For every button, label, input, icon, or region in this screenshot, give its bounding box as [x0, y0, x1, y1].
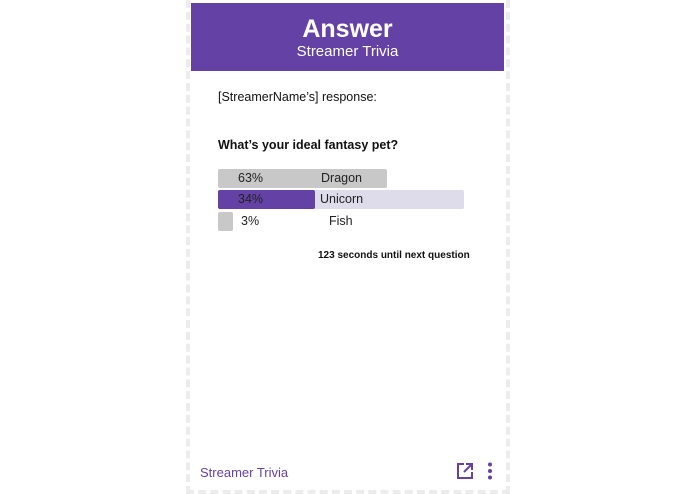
option-label: Fish	[329, 214, 353, 228]
answer-option-fish: 3% Fish	[218, 212, 464, 231]
panel-header: Answer Streamer Trivia	[191, 3, 504, 71]
countdown-timer: 123 seconds until next question	[318, 250, 470, 261]
result-percent: 63%	[238, 171, 264, 185]
page-title: Answer	[302, 15, 393, 43]
answer-option-dragon: 63% Dragon	[218, 169, 464, 188]
result-percent: 34%	[238, 192, 264, 206]
page-subtitle: Streamer Trivia	[296, 43, 399, 60]
result-percent: 3%	[241, 214, 260, 228]
response-label: [StreamerName’s] response:	[218, 90, 377, 104]
result-bar	[218, 212, 233, 231]
extension-panel	[186, 0, 510, 494]
result-bar	[218, 190, 315, 209]
option-label: Dragon	[321, 171, 362, 185]
extension-name: Streamer Trivia	[200, 465, 289, 480]
question-text: What’s your ideal fantasy pet?	[218, 138, 399, 152]
answer-option-unicorn: 34% Unicorn	[218, 190, 464, 209]
option-label: Unicorn	[320, 192, 364, 206]
more-vertical-icon[interactable]	[484, 461, 496, 481]
popout-icon[interactable]	[455, 461, 475, 481]
